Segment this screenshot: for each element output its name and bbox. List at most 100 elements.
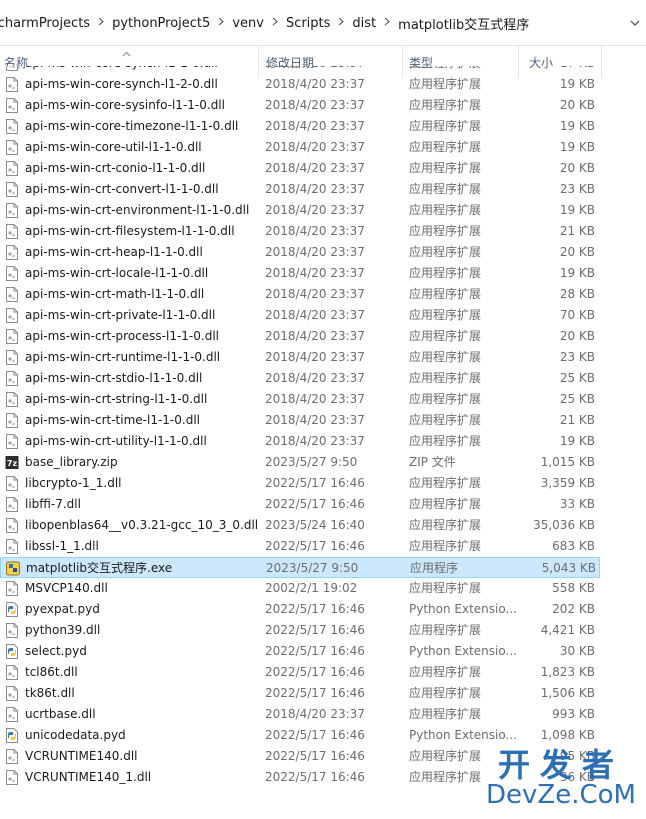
- breadcrumb-item[interactable]: pythonProject5: [109, 16, 213, 31]
- file-name: api-ms-win-crt-math-l1-1-0.dll: [25, 287, 205, 301]
- list-item[interactable]: api-ms-win-crt-conio-l1-1-0.dll 2018/4/20…: [0, 158, 600, 179]
- file-date: 2022/5/17 16:46: [265, 686, 365, 700]
- file-size: 558 KB: [552, 581, 595, 595]
- file-name: matplotlib交互式程序.exe: [26, 561, 173, 575]
- list-item[interactable]: api-ms-win-crt-process-l1-1-0.dll 2018/4/…: [0, 326, 600, 347]
- list-item[interactable]: select.pyd 2022/5/17 16:46 Python Extensio…: [0, 641, 600, 662]
- dll-file-icon: [5, 161, 19, 176]
- list-item[interactable]: libopenblas64__v0.3.21-gcc_10_3_0.dll 202…: [0, 515, 600, 536]
- chevron-right-icon[interactable]: [93, 17, 109, 29]
- file-type: 应用程序扩展: [409, 161, 482, 175]
- file-name: api-ms-win-core-synch-l1-2-0.dll: [25, 77, 218, 91]
- breadcrumb-item[interactable]: Scripts: [283, 16, 333, 31]
- file-date: 2022/5/17 16:46: [265, 497, 365, 511]
- file-size: 33 KB: [559, 497, 595, 511]
- file-type: 应用程序扩展: [409, 707, 482, 721]
- list-item[interactable]: api-ms-win-core-sysinfo-l1-1-0.dll 2018/4…: [0, 95, 600, 116]
- file-type: 应用程序扩展: [409, 497, 482, 511]
- chevron-right-icon[interactable]: [213, 17, 229, 29]
- file-type: Python Extensio...: [409, 728, 517, 742]
- list-item[interactable]: api-ms-win-core-timezone-l1-1-0.dll 2018/…: [0, 116, 600, 137]
- list-item[interactable]: api-ms-win-crt-heap-l1-1-0.dll 2018/4/20 …: [0, 242, 600, 263]
- chevron-right-icon[interactable]: [379, 17, 395, 29]
- list-item[interactable]: tk86t.dll 2022/5/17 16:46 应用程序扩展 1,506 KB: [0, 683, 600, 704]
- file-type: 应用程序扩展: [409, 66, 519, 74]
- file-size: 20 KB: [559, 245, 595, 259]
- dll-file-icon: [5, 623, 19, 638]
- list-item[interactable]: api-ms-win-crt-environment-l1-1-0.dll 201…: [0, 200, 600, 221]
- list-item[interactable]: 7z base_library.zip 2023/5/27 9:50 ZIP 文件 1,…: [0, 452, 600, 473]
- dll-file-icon: [5, 98, 19, 113]
- file-size: 23 KB: [559, 350, 595, 364]
- dll-file-icon: [5, 203, 19, 218]
- file-date: 2022/5/17 16:46: [265, 728, 365, 742]
- breadcrumb-item[interactable]: ycharmProjects: [0, 16, 93, 31]
- file-type: 应用程序: [410, 561, 459, 575]
- file-name: libffi-7.dll: [25, 497, 81, 511]
- list-item[interactable]: MSVCP140.dll 2002/2/1 19:02 应用程序扩展 558 KB: [0, 578, 600, 599]
- dll-file-icon: [5, 770, 19, 785]
- file-date: 2022/5/17 16:46: [265, 749, 365, 763]
- list-item[interactable]: api-ms-win-crt-private-l1-1-0.dll 2018/4/…: [0, 305, 600, 326]
- list-item[interactable]: api-ms-win-crt-time-l1-1-0.dll 2018/4/20 …: [0, 410, 600, 431]
- file-name: unicodedata.pyd: [25, 728, 126, 742]
- file-name: api-ms-win-core-synch-l1-1-0.dll: [25, 66, 260, 74]
- dll-file-icon: [5, 539, 19, 554]
- list-item[interactable]: api-ms-win-crt-convert-l1-1-0.dll 2018/4/…: [0, 179, 600, 200]
- breadcrumb-item[interactable]: matplotlib交互式程序: [395, 14, 532, 33]
- file-name: VCRUNTIME140.dll: [25, 749, 138, 763]
- file-date: 2022/5/17 16:46: [265, 539, 365, 553]
- list-item[interactable]: api-ms-win-core-synch-l1-1-0.dll 2018/4/…: [0, 66, 600, 74]
- file-name: pyexpat.pyd: [25, 602, 100, 616]
- list-item[interactable]: libssl-1_1.dll 2022/5/17 16:46 应用程序扩展 683 K…: [0, 536, 600, 557]
- file-size: 19 KB: [559, 203, 595, 217]
- list-item[interactable]: api-ms-win-crt-locale-l1-1-0.dll 2018/4/2…: [0, 263, 600, 284]
- list-item[interactable]: api-ms-win-crt-math-l1-1-0.dll 2018/4/20 …: [0, 284, 600, 305]
- file-type: 应用程序扩展: [409, 413, 482, 427]
- file-size: 1,015 KB: [540, 455, 595, 469]
- chevron-right-icon[interactable]: [333, 17, 349, 29]
- list-item[interactable]: api-ms-win-core-synch-l1-2-0.dll 2018/4/2…: [0, 74, 600, 95]
- list-item[interactable]: matplotlib交互式程序.exe 2023/5/27 9:50 应用程序 5,0…: [0, 557, 600, 578]
- list-item[interactable]: ucrtbase.dll 2018/4/20 23:37 应用程序扩展 993 KB: [0, 704, 600, 725]
- chevron-right-icon[interactable]: [267, 17, 283, 29]
- file-type: 应用程序扩展: [409, 182, 482, 196]
- file-type: 应用程序扩展: [409, 140, 482, 154]
- list-item[interactable]: pyexpat.pyd 2022/5/17 16:46 Python Extensi…: [0, 599, 600, 620]
- list-item[interactable]: tcl86t.dll 2022/5/17 16:46 应用程序扩展 1,823 KB: [0, 662, 600, 683]
- file-type: 应用程序扩展: [409, 308, 482, 322]
- list-item[interactable]: api-ms-win-crt-stdio-l1-1-0.dll 2018/4/20…: [0, 368, 600, 389]
- file-date: 2023/5/27 9:50: [265, 455, 358, 469]
- list-item[interactable]: unicodedata.pyd 2022/5/17 16:46 Python Ext…: [0, 725, 600, 746]
- breadcrumb-item[interactable]: venv: [229, 16, 267, 31]
- file-size: 20 KB: [559, 98, 595, 112]
- file-type: 应用程序扩展: [409, 665, 482, 679]
- file-size: 19 KB: [559, 77, 595, 91]
- dll-file-icon: [5, 686, 19, 701]
- list-item[interactable]: libcrypto-1_1.dll 2022/5/17 16:46 应用程序扩展 3,…: [0, 473, 600, 494]
- list-item[interactable]: api-ms-win-core-util-l1-1-0.dll 2018/4/20…: [0, 137, 600, 158]
- list-item[interactable]: api-ms-win-crt-runtime-l1-1-0.dll 2018/4/…: [0, 347, 600, 368]
- dll-file-icon: [5, 308, 19, 323]
- file-size: 19 KB: [559, 266, 595, 280]
- list-item[interactable]: api-ms-win-crt-utility-l1-1-0.dll 2018/4/…: [0, 431, 600, 452]
- list-item[interactable]: api-ms-win-crt-filesystem-l1-1-0.dll 2018…: [0, 221, 600, 242]
- file-name: api-ms-win-crt-locale-l1-1-0.dll: [25, 266, 209, 280]
- file-name: libcrypto-1_1.dll: [25, 476, 122, 490]
- file-type: 应用程序扩展: [409, 287, 482, 301]
- list-item[interactable]: python39.dll 2022/5/17 16:46 应用程序扩展 4,421 K…: [0, 620, 600, 641]
- file-size: 28 KB: [559, 287, 595, 301]
- file-size: 4,421 KB: [540, 623, 595, 637]
- file-size: 21 KB: [559, 413, 595, 427]
- file-name: api-ms-win-crt-convert-l1-1-0.dll: [25, 182, 219, 196]
- file-name: tcl86t.dll: [25, 665, 78, 679]
- address-bar[interactable]: ycharmProjects pythonProject5 venv Scripts d…: [0, 0, 646, 46]
- breadcrumb-item[interactable]: dist: [349, 16, 379, 31]
- list-item[interactable]: api-ms-win-crt-string-l1-1-0.dll 2018/4/2…: [0, 389, 600, 410]
- list-item[interactable]: libffi-7.dll 2022/5/17 16:46 应用程序扩展 33 KB: [0, 494, 600, 515]
- file-date: 2018/4/20 23:37: [265, 224, 365, 238]
- file-size: 5,043 KB: [541, 561, 596, 575]
- chevron-down-icon[interactable]: [628, 0, 642, 46]
- pyd-file-icon: [5, 644, 19, 659]
- file-type: 应用程序扩展: [409, 686, 482, 700]
